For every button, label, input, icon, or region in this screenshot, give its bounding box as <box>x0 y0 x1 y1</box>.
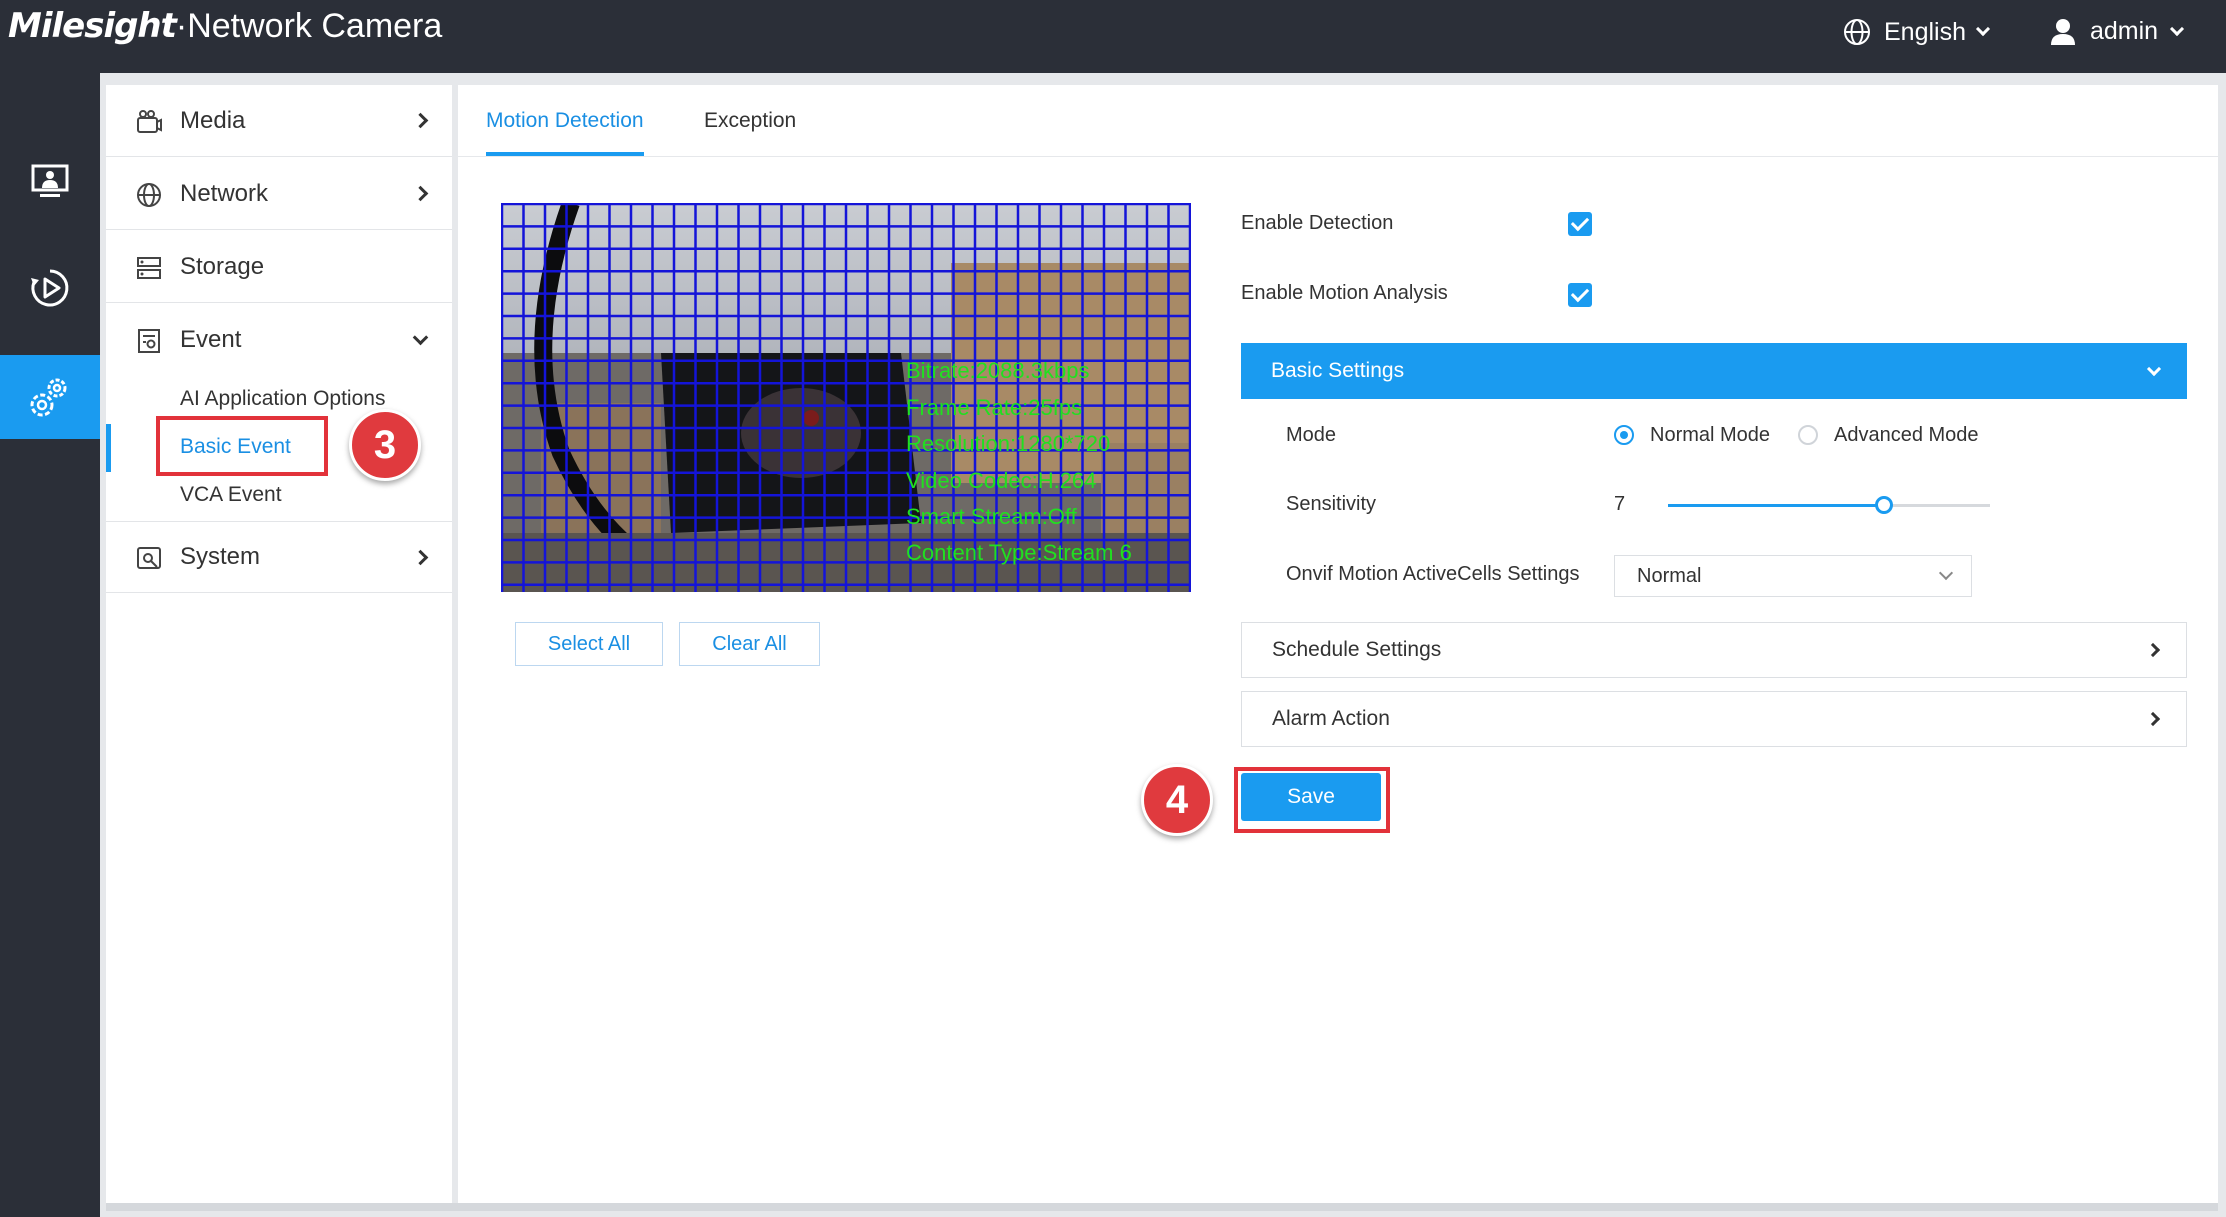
sidebar-label-network: Network <box>180 179 269 207</box>
playback-icon <box>31 269 69 307</box>
sidebar-sub-ai-application-options[interactable]: AI Application Options <box>180 387 385 411</box>
chevron-down-icon <box>1975 21 1991 37</box>
logo-brand: Milesight <box>8 6 177 46</box>
sidebar-item-system[interactable]: System <box>106 521 452 593</box>
schedule-settings-header[interactable]: Schedule Settings <box>1241 622 2187 678</box>
alarm-action-label: Alarm Action <box>1272 707 1390 730</box>
sidebar-item-event[interactable]: Event <box>106 304 452 376</box>
onvif-label: Onvif Motion ActiveCells Settings <box>1286 563 1580 585</box>
chevron-down-icon <box>1938 565 1954 581</box>
sidebar-label-system: System <box>180 543 261 570</box>
chevron-right-icon <box>2145 642 2161 658</box>
top-bar: Milesight·Network Camera English admin <box>0 0 2226 73</box>
user-name: admin <box>2090 17 2159 45</box>
settings-icon <box>30 378 67 417</box>
camera-icon <box>137 110 162 133</box>
active-indicator <box>106 424 111 472</box>
globe-icon <box>137 183 161 207</box>
annotation-badge-4: 4 <box>1141 764 1213 836</box>
bottom-scrollbar <box>106 1203 2218 1211</box>
sidebar-item-storage[interactable]: Storage <box>106 231 452 303</box>
rail-live-view[interactable] <box>0 140 100 224</box>
main-panel: Motion Detection Exception Bitrate:2088.… <box>458 85 2218 1203</box>
chevron-down-icon <box>2146 361 2162 376</box>
basic-settings-label: Basic Settings <box>1271 359 1405 382</box>
advanced-mode-radio[interactable] <box>1798 425 1818 445</box>
logo-product: ·Network Camera <box>175 7 443 45</box>
annotation-highlight-save <box>1234 767 1390 833</box>
advanced-mode-label[interactable]: Advanced Mode <box>1834 424 1979 447</box>
overlay-content-type: Content Type:Stream 6 <box>906 540 1132 565</box>
basic-settings-header[interactable]: Basic Settings <box>1241 343 2187 399</box>
annotation-badge-3: 3 <box>349 409 421 481</box>
alarm-action-header[interactable]: Alarm Action <box>1241 691 2187 747</box>
preview-scene <box>501 203 1191 592</box>
enable-motion-analysis-checkbox[interactable] <box>1568 283 1592 307</box>
language-label: English <box>1884 17 1966 46</box>
language-selector[interactable]: English <box>1842 17 1991 47</box>
slider-thumb[interactable] <box>1874 496 1893 514</box>
overlay-bitrate: Bitrate:2088.3kbps <box>906 358 1090 383</box>
user-icon <box>2051 18 2075 45</box>
sidebar-item-network[interactable]: Network <box>106 158 452 230</box>
tab-exception[interactable]: Exception <box>704 109 796 133</box>
logo: Milesight·Network Camera <box>8 6 442 46</box>
select-all-button[interactable]: Select All <box>515 622 663 666</box>
enable-detection-checkbox[interactable] <box>1568 212 1592 236</box>
tab-active-underline <box>486 152 644 156</box>
user-menu[interactable]: admin <box>2050 17 2185 46</box>
enable-detection-label: Enable Detection <box>1241 212 1394 234</box>
tab-motion-detection[interactable]: Motion Detection <box>486 109 644 133</box>
icon-rail <box>0 73 100 1217</box>
sidebar-label-event: Event <box>180 326 242 353</box>
mode-label: Mode <box>1286 424 1337 446</box>
monitor-icon <box>31 164 69 197</box>
rail-playback[interactable] <box>0 246 100 330</box>
onvif-select-value: Normal <box>1637 564 1702 587</box>
chevron-right-icon <box>412 549 429 565</box>
storage-icon <box>137 257 161 279</box>
overlay-smart-stream: Smart Stream:Off <box>906 504 1077 529</box>
overlay-frame-rate: Frame Rate:25fps <box>906 395 1083 420</box>
system-icon <box>137 547 161 569</box>
onvif-select[interactable]: Normal <box>1614 555 1972 597</box>
chevron-down-icon <box>412 329 429 345</box>
normal-mode-radio[interactable] <box>1614 425 1634 445</box>
annotation-highlight-basic-event <box>156 416 328 476</box>
sensitivity-label: Sensitivity <box>1286 493 1377 515</box>
normal-mode-label[interactable]: Normal Mode <box>1650 424 1770 447</box>
tab-bar: Motion Detection Exception <box>458 85 2218 157</box>
chevron-right-icon <box>412 185 429 202</box>
chevron-right-icon <box>2145 711 2161 727</box>
camera-preview[interactable]: Bitrate:2088.3kbps Frame Rate:25fps Reso… <box>501 203 1191 592</box>
globe-icon <box>1844 19 1870 45</box>
schedule-settings-label: Schedule Settings <box>1272 638 1442 661</box>
enable-motion-analysis-label: Enable Motion Analysis <box>1241 282 1448 304</box>
sidebar-item-media[interactable]: Media <box>106 85 452 157</box>
sidebar-sub-vca-event[interactable]: VCA Event <box>180 483 282 507</box>
overlay-resolution: Resolution:1280*720 <box>906 431 1111 456</box>
sensitivity-value: 7 <box>1614 493 1626 515</box>
chevron-down-icon <box>2170 21 2185 36</box>
rail-settings[interactable] <box>0 355 100 439</box>
overlay-video-codec: Video Codec:H.264 <box>906 468 1097 493</box>
slider-fill <box>1668 504 1884 507</box>
chevron-right-icon <box>412 112 429 129</box>
event-icon <box>138 329 160 353</box>
sidebar-label-storage: Storage <box>180 252 265 280</box>
sidebar-label-media: Media <box>180 106 246 134</box>
settings-sidebar: Media Network Storage Event AI Applicati… <box>106 85 452 1203</box>
clear-all-button[interactable]: Clear All <box>679 622 820 666</box>
